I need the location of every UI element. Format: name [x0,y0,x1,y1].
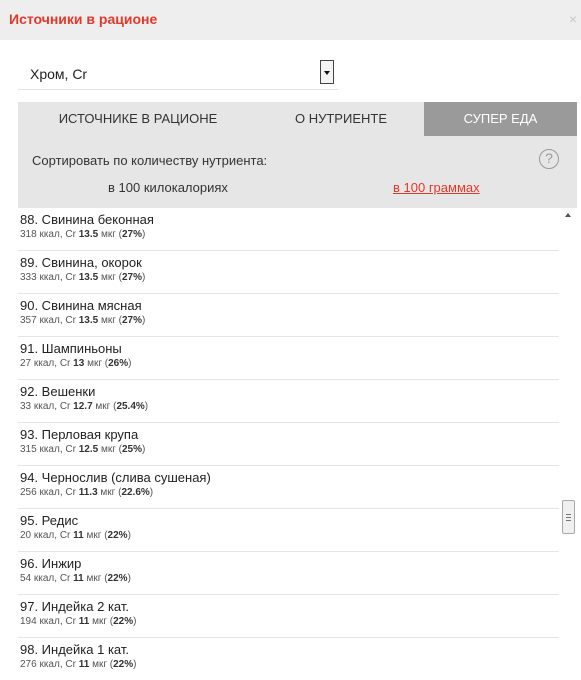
food-percent: 22% [107,530,128,541]
sort-panel: Сортировать по количеству нутриента: ? в… [18,136,577,208]
food-percent: 27% [121,272,142,283]
food-amount: 11.3 [78,487,98,498]
food-percent: 26% [108,358,129,369]
food-amount: 13.5 [78,272,99,283]
food-unit: мкг [100,444,116,455]
list-item[interactable]: 88. Свинина беконная 318 ккал, Cr 13.5 мк… [18,208,559,251]
grip-icon [566,514,571,515]
food-name: 89. Свинина, окорок [20,255,142,270]
food-percent: 27% [121,229,142,240]
sort-option-grams[interactable]: в 100 граммах [393,180,480,195]
food-name: 97. Индейка 2 кат. [20,599,129,614]
food-kcal: 276 ккал, Cr [20,659,76,670]
food-name: 92. Вешенки [20,384,96,399]
food-kcal: 256 ккал, Cr [20,487,76,498]
dialog-title: Источники в рационе [9,11,158,27]
food-kcal: 315 ккал, Cr [20,444,76,455]
food-kcal: 54 ккал, Cr [20,573,71,584]
food-kcal: 20 ккал, Cr [20,530,71,541]
food-details: 194 ккал, Cr 11 мкг (22%) [20,616,137,627]
food-details: 256 ккал, Cr 11.3 мкг (22.6%) [20,487,154,498]
list-item[interactable]: 91. Шампиньоны 27 ккал, Cr 13 мкг (26%) [18,337,559,380]
close-icon[interactable]: × [569,11,577,27]
food-name: 95. Редис [20,513,79,528]
list-item[interactable]: 95. Редис 20 ккал, Cr 11 мкг (22%) [18,509,559,552]
list-item[interactable]: 93. Перловая крупа 315 ккал, Cr 12.5 мкг … [18,423,559,466]
dialog-header: Источники в рационе × [0,0,581,40]
food-details: 318 ккал, Cr 13.5 мкг (27%) [20,229,146,240]
list-item[interactable]: 96. Инжир 54 ккал, Cr 11 мкг (22%) [18,552,559,595]
food-list: 88. Свинина беконная 318 ккал, Cr 13.5 мк… [18,208,559,680]
food-kcal: 27 ккал, Cr [20,358,71,369]
food-unit: мкг [86,573,102,584]
food-unit: мкг [92,659,107,670]
food-details: 315 ккал, Cr 12.5 мкг (25%) [20,444,146,455]
dropdown-arrow-icon[interactable] [320,60,334,84]
list-item[interactable]: 98. Индейка 1 кат. 276 ккал, Cr 11 мкг (2… [18,638,559,680]
food-name: 94. Чернослив (слива сушеная) [20,470,211,485]
food-unit: мкг [95,401,111,412]
food-unit: мкг [87,358,102,369]
food-percent: 22% [107,573,128,584]
food-unit: мкг [100,229,116,240]
food-name: 98. Индейка 1 кат. [20,642,129,657]
food-unit: мкг [100,272,116,283]
food-kcal: 357 ккал, Cr [20,315,76,326]
tab-bar: ИСТОЧНИКЕ В РАЦИОНЕ О НУТРИЕНТЕ СУПЕР ЕД… [18,102,577,136]
list-item[interactable]: 90. Свинина мясная 357 ккал, Cr 13.5 мкг … [18,294,559,337]
food-amount: 11 [78,659,90,670]
food-kcal: 33 ккал, Cr [20,401,71,412]
food-details: 27 ккал, Cr 13 мкг (26%) [20,358,132,369]
food-kcal: 318 ккал, Cr [20,229,76,240]
food-amount: 13 [73,358,85,369]
tab-super-food[interactable]: СУПЕР ЕДА [424,102,577,136]
food-unit: мкг [100,315,116,326]
sort-label: Сортировать по количеству нутриента: [32,153,268,168]
food-details: 357 ккал, Cr 13.5 мкг (27%) [20,315,146,326]
food-name: 96. Инжир [20,556,82,571]
tab-sources[interactable]: ИСТОЧНИКЕ В РАЦИОНЕ [18,102,258,136]
food-amount: 13.5 [78,315,99,326]
food-details: 333 ккал, Cr 13.5 мкг (27%) [20,272,146,283]
list-item[interactable]: 97. Индейка 2 кат. 194 ккал, Cr 11 мкг (2… [18,595,559,638]
food-details: 20 ккал, Cr 11 мкг (22%) [20,530,131,541]
food-percent: 25.4% [116,401,145,412]
food-details: 33 ккал, Cr 12.7 мкг (25.4%) [20,401,149,412]
food-details: 54 ккал, Cr 11 мкг (22%) [20,573,131,584]
food-name: 93. Перловая крупа [20,427,139,442]
food-details: 276 ккал, Cr 11 мкг (22%) [20,659,137,670]
food-name: 90. Свинина мясная [20,298,142,313]
food-amount: 13.5 [78,229,99,240]
tab-about-nutrient[interactable]: О НУТРИЕНТЕ [258,102,424,136]
food-amount: 11 [73,530,84,541]
food-unit: мкг [100,487,116,498]
food-name: 91. Шампиньоны [20,341,122,356]
food-percent: 22% [113,616,134,627]
food-percent: 25% [121,444,142,455]
food-unit: мкг [92,616,107,627]
food-amount: 11 [73,573,84,584]
food-percent: 22.6% [121,487,150,498]
food-amount: 12.5 [78,444,99,455]
food-kcal: 333 ккал, Cr [20,272,76,283]
food-amount: 11 [78,616,90,627]
food-kcal: 194 ккал, Cr [20,616,76,627]
nutrient-select-value: Хром, Cr [30,66,88,82]
sort-option-kcal[interactable]: в 100 килокалориях [108,180,228,195]
scrollbar-thumb[interactable] [562,500,575,534]
scrollbar[interactable] [562,208,576,680]
food-percent: 27% [121,315,142,326]
scroll-up-arrow-icon[interactable] [565,213,571,217]
food-percent: 22% [113,659,134,670]
list-item[interactable]: 89. Свинина, окорок 333 ккал, Cr 13.5 мкг… [18,251,559,294]
food-amount: 12.7 [73,401,93,412]
nutrient-select[interactable]: Хром, Cr [18,58,338,90]
food-name: 88. Свинина беконная [20,212,154,227]
food-unit: мкг [86,530,102,541]
list-item[interactable]: 94. Чернослив (слива сушеная) 256 ккал, C… [18,466,559,509]
list-item[interactable]: 92. Вешенки 33 ккал, Cr 12.7 мкг (25.4%) [18,380,559,423]
help-icon[interactable]: ? [539,149,559,169]
